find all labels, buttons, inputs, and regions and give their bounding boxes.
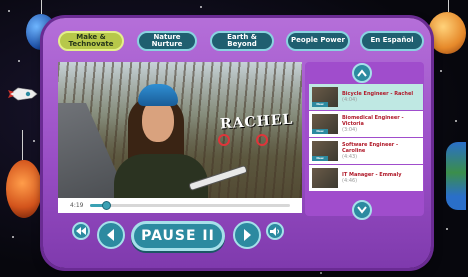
video-scrubber: 4:19 — [58, 198, 302, 213]
playlist-item-title: Software Engineer - Caroline — [342, 142, 399, 154]
pause-button[interactable]: PAUSE II — [131, 221, 225, 251]
playlist-item-duration: (3:04) — [342, 127, 358, 133]
playlist-item[interactable]: New Biomedical Engineer - Victoria (3:04) — [309, 111, 423, 137]
scrubber-handle[interactable] — [102, 201, 111, 210]
new-badge: New — [312, 102, 328, 107]
previous-button[interactable] — [97, 221, 125, 249]
tab-make-technovate[interactable]: Make & Technovate — [58, 31, 124, 51]
category-tabs: Make & Technovate Nature Nurture Earth &… — [58, 31, 430, 55]
playlist-item[interactable]: New Software Engineer - Caroline (4:43) — [309, 138, 423, 164]
planet-orange-icon — [428, 12, 466, 54]
volume-icon — [270, 226, 279, 236]
tab-en-espanol[interactable]: En Español — [360, 31, 424, 51]
tab-earth-beyond[interactable]: Earth & Beyond — [210, 31, 274, 51]
playlist-items: New Bicycle Engineer - Rachel (4:04) New … — [309, 84, 423, 192]
new-badge: New — [312, 156, 328, 161]
playlist-scroll-down-button[interactable] — [352, 200, 372, 220]
new-badge: New — [312, 129, 328, 134]
helmet — [138, 84, 178, 106]
video-thumbnail — [312, 168, 338, 188]
next-icon — [244, 229, 251, 241]
rocket-icon — [8, 87, 38, 101]
gear-icon — [218, 134, 230, 146]
planet-earth-icon — [446, 142, 466, 210]
previous-icon — [107, 229, 114, 241]
next-button[interactable] — [233, 221, 261, 249]
tab-nature-nurture[interactable]: Nature Nurture — [137, 31, 197, 51]
tab-people-power[interactable]: People Power — [286, 31, 350, 51]
rewind-button[interactable] — [72, 222, 90, 240]
playlist-item-title: Biomedical Engineer - Victoria — [342, 115, 404, 127]
playlist-item-duration: (4:46) — [342, 178, 358, 184]
chevron-down-icon — [357, 206, 367, 214]
playlist-item-duration: (4:43) — [342, 154, 358, 160]
playlist-scroll-up-button[interactable] — [352, 63, 372, 83]
playlist-item[interactable]: New Bicycle Engineer - Rachel (4:04) — [309, 84, 423, 110]
playlist-item[interactable]: IT Manager - Emmaly (4:46) — [309, 165, 423, 191]
chevron-up-icon — [357, 69, 367, 77]
current-time: 4:19 — [70, 202, 84, 209]
video-player[interactable]: RACHEL — [58, 62, 302, 198]
gear-icon — [256, 134, 268, 146]
rewind-icon — [76, 227, 86, 235]
video-thumbnail: New — [312, 87, 338, 107]
playlist-item-duration: (4:04) — [342, 97, 358, 103]
video-thumbnail: New — [312, 141, 338, 161]
volume-button[interactable] — [266, 222, 284, 240]
progress-track[interactable] — [90, 201, 290, 210]
video-thumbnail: New — [312, 114, 338, 134]
planet-mars-icon — [6, 160, 42, 218]
